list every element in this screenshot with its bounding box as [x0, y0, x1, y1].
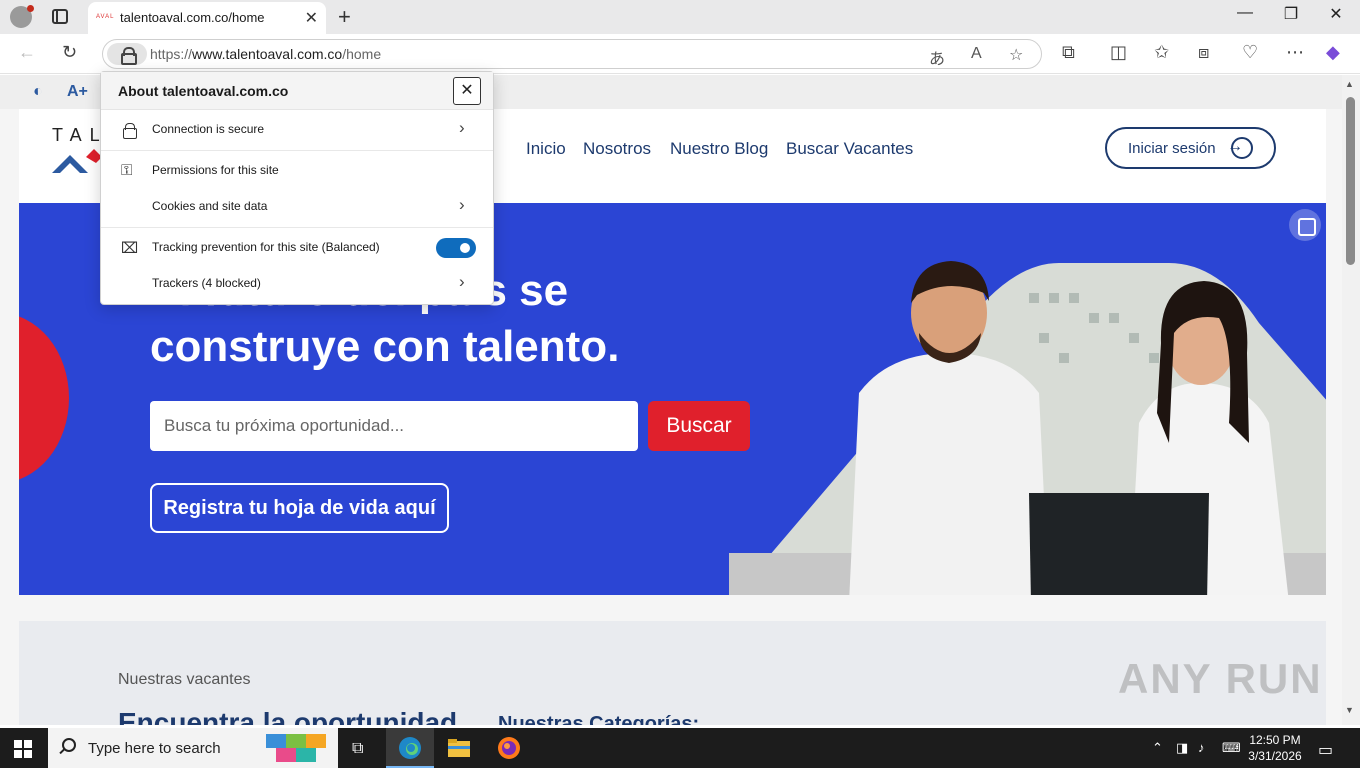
tracking-prevention-toggle[interactable]: [436, 238, 476, 258]
back-arrow-icon[interactable]: ←: [18, 42, 36, 63]
favorite-star-icon[interactable]: ☆: [1009, 45, 1023, 65]
tracking-prevention-icon: ⌧: [121, 240, 139, 257]
clock-date: 3/31/2026: [1248, 749, 1302, 763]
chevron-right-icon: ›: [459, 272, 465, 291]
tab-title: talentoaval.com.co/home: [120, 10, 265, 25]
copilot-icon[interactable]: ◆: [1326, 42, 1340, 63]
address-bar[interactable]: https://www.talentoaval.com.co/home あ A …: [102, 39, 1042, 69]
trackers-label: Trackers (4 blocked): [152, 276, 261, 290]
connection-secure-row[interactable]: Connection is secure ›: [101, 112, 493, 148]
vacancies-title: Encuentra la oportunidad: [118, 707, 458, 725]
search-icon: [62, 738, 76, 752]
key-icon: ⚿: [121, 162, 133, 179]
lock-icon: [121, 47, 137, 65]
scroll-down-icon[interactable]: ▼: [1345, 705, 1354, 715]
site-favicon-icon: AVAL: [96, 14, 115, 20]
nav-link-blog[interactable]: Nuestro Blog: [670, 139, 768, 159]
nav-link-buscar-vacantes[interactable]: Buscar Vacantes: [786, 139, 913, 159]
hero-red-shape: [19, 313, 69, 483]
login-button-label: Iniciar sesión: [1128, 140, 1216, 157]
windows-taskbar: Type here to search ⧉ ⌃ ◨ ♪ ⌨ 12:50 PM 3…: [0, 728, 1360, 768]
chevron-right-icon: ›: [459, 118, 465, 137]
page-scrollbar[interactable]: ▲ ▼: [1342, 75, 1360, 725]
login-button[interactable]: Iniciar sesión: [1105, 127, 1276, 169]
split-screen-icon[interactable]: ◫: [1110, 42, 1127, 63]
anyrun-watermark: ANY RUN: [1118, 655, 1323, 702]
cookies-label: Cookies and site data: [152, 199, 268, 213]
notification-dot: [27, 5, 34, 12]
clock-time: 12:50 PM: [1249, 733, 1301, 747]
taskbar-clock[interactable]: 12:50 PM 3/31/2026: [1240, 732, 1310, 764]
taskbar-search-text: Type here to search: [88, 740, 221, 757]
translate-icon[interactable]: あ: [929, 45, 945, 69]
lock-icon: [123, 123, 137, 139]
scroll-thumb[interactable]: [1346, 97, 1355, 265]
register-cv-button[interactable]: Registra tu hoja de vida aquí: [150, 483, 449, 533]
tray-chevron-up-icon[interactable]: ⌃: [1152, 740, 1163, 756]
job-search-input[interactable]: [150, 401, 638, 451]
minimize-button[interactable]: —: [1222, 4, 1268, 22]
font-increase-icon[interactable]: A+: [67, 83, 88, 101]
visual-search-icon[interactable]: [1289, 209, 1321, 241]
hero-title-line-2: construye con talento.: [150, 322, 620, 371]
new-tab-icon[interactable]: +: [338, 4, 351, 30]
site-info-header: About talentoaval.com.co ✕: [101, 72, 493, 110]
tab-close-icon[interactable]: ✕: [305, 8, 318, 28]
tracking-prevention-label: Tracking prevention for this site (Balan…: [152, 240, 380, 254]
permissions-label: Permissions for this site: [152, 163, 279, 177]
chevron-right-icon: ›: [459, 195, 465, 214]
tray-volume-icon[interactable]: ♪: [1198, 740, 1205, 755]
nav-link-nosotros[interactable]: Nosotros: [583, 139, 651, 159]
read-aloud-icon[interactable]: A: [971, 45, 982, 63]
collections-icon[interactable]: ⧈: [1198, 42, 1209, 63]
divider: [101, 227, 493, 228]
permissions-row[interactable]: ⚿ Permissions for this site: [101, 153, 493, 189]
notifications-icon[interactable]: ▭: [1318, 740, 1333, 760]
site-info-popup: About talentoaval.com.co ✕ Connection is…: [100, 71, 494, 305]
profile-avatar-icon[interactable]: [10, 5, 34, 28]
sign-in-icon: [1227, 137, 1253, 159]
close-window-button[interactable]: ✕: [1313, 4, 1359, 24]
hero-photo-people: [729, 261, 1326, 595]
site-info-close-button[interactable]: ✕: [453, 77, 481, 105]
task-view-icon[interactable]: ⧉: [352, 740, 363, 758]
firefox-icon[interactable]: [497, 736, 521, 760]
site-info-title: About talentoaval.com.co: [118, 83, 289, 99]
browser-tab-bar: AVAL talentoaval.com.co/home ✕ + — ❐ ✕: [0, 0, 1360, 34]
puzzle-widget-icon[interactable]: [266, 732, 328, 764]
divider: [101, 150, 493, 151]
edge-browser-icon[interactable]: [398, 736, 422, 760]
browser-tab-active[interactable]: AVAL talentoaval.com.co/home ✕: [88, 2, 326, 34]
tracking-prevention-row: ⌧ Tracking prevention for this site (Bal…: [101, 230, 493, 266]
site-info-button[interactable]: [107, 43, 147, 65]
refresh-icon[interactable]: ↻: [62, 42, 77, 63]
restore-button[interactable]: ❐: [1268, 4, 1314, 24]
trackers-row[interactable]: Trackers (4 blocked) ›: [101, 266, 493, 302]
favorites-icon[interactable]: ✩: [1154, 42, 1169, 63]
browser-toolbar: ← ↻ https://www.talentoaval.com.co/home …: [0, 34, 1360, 74]
file-explorer-icon[interactable]: [447, 736, 471, 760]
tab-actions-icon[interactable]: [52, 9, 68, 24]
cookies-row[interactable]: Cookies and site data ›: [101, 189, 493, 225]
extensions-icon[interactable]: ⧉: [1062, 42, 1075, 63]
nav-link-inicio[interactable]: Inicio: [526, 139, 566, 159]
tray-network-icon[interactable]: ◨: [1176, 740, 1188, 756]
tray-ime-icon[interactable]: ⌨: [1222, 740, 1241, 756]
contrast-icon[interactable]: ◐: [33, 83, 43, 101]
connection-secure-label: Connection is secure: [152, 122, 265, 136]
url-text[interactable]: https://www.talentoaval.com.co/home: [150, 46, 381, 62]
windows-start-icon[interactable]: [14, 740, 32, 758]
taskbar-search-box[interactable]: Type here to search: [48, 728, 338, 768]
vacancies-label: Nuestras vacantes: [118, 671, 251, 688]
scroll-up-icon[interactable]: ▲: [1345, 79, 1354, 89]
categories-title: Nuestras Categorías:: [498, 713, 700, 725]
browser-essentials-icon[interactable]: ♡: [1242, 42, 1258, 63]
more-options-icon[interactable]: ⋯: [1286, 42, 1304, 63]
